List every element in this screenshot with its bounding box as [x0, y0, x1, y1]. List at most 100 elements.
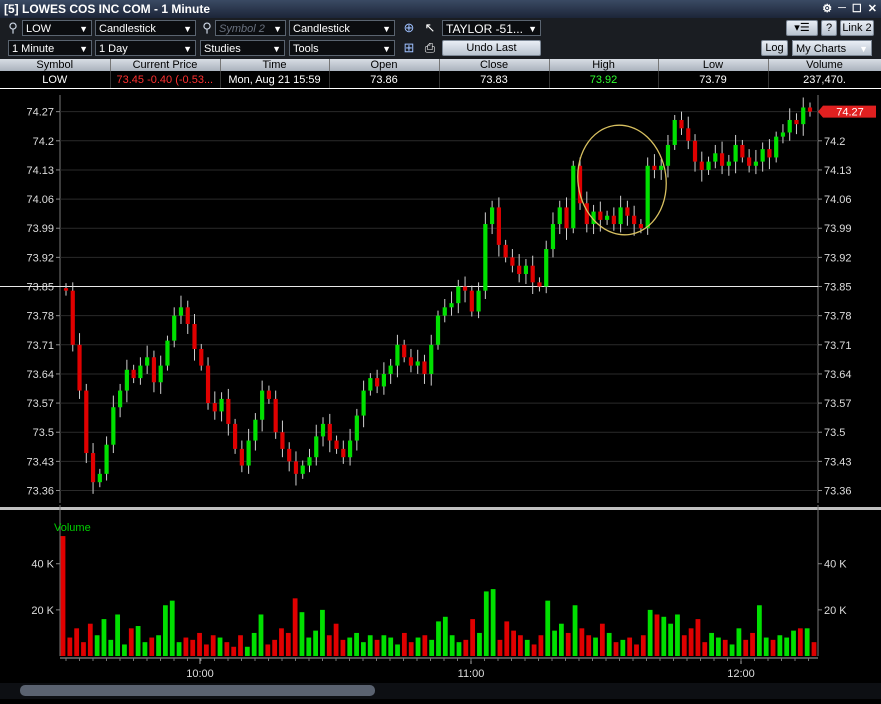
studies-select[interactable]: Studies [200, 40, 285, 57]
candle [354, 408, 359, 451]
volume-bar [722, 639, 728, 656]
zoom-icon[interactable]: ⊕ [401, 20, 417, 36]
window-titlebar: [5] LOWES COS INC COM - 1 Minute ⚙ ─ ☐ ✕ [0, 0, 881, 18]
chart-area[interactable]: 74.27 74.27 74.2 74.2 74.13 74.13 74.06 74.06 73… [0, 89, 881, 699]
scrollbar-thumb[interactable] [20, 685, 375, 696]
volume-title: Volume [54, 522, 91, 534]
candle-body [665, 144, 671, 166]
candle [131, 364, 136, 384]
cursor-icon[interactable]: ↖ [422, 20, 438, 36]
candle-body [334, 440, 339, 449]
candle [280, 420, 285, 458]
quote-header[interactable]: Time [220, 59, 330, 71]
link-button[interactable]: Link 2 [840, 20, 874, 36]
quote-header[interactable]: Symbol [0, 59, 111, 71]
volume-bar [586, 635, 592, 656]
account-select[interactable]: TAYLOR -51... [442, 20, 541, 37]
volume-bar [128, 628, 134, 656]
candle [287, 442, 292, 472]
candle [719, 141, 725, 175]
volume-bar [599, 623, 605, 656]
quote-header[interactable]: High [549, 59, 659, 71]
volume-bar [224, 642, 230, 656]
volume-bar [661, 616, 667, 656]
interval-select[interactable]: 1 Minute [8, 40, 92, 57]
volume-bar [490, 589, 496, 656]
symbol-input[interactable]: LOW [22, 20, 92, 37]
candle-body [442, 307, 447, 316]
log-button[interactable]: Log [761, 40, 788, 56]
settings-icon[interactable]: ⚙ [822, 2, 832, 15]
candle-body [699, 161, 704, 170]
volume-bar [101, 619, 107, 656]
price-tick-label: 74.27 [26, 107, 54, 119]
volume-bar [804, 628, 810, 656]
candle-body [618, 207, 623, 225]
volume-bar [763, 637, 769, 656]
search-icon[interactable]: ⚲ [199, 20, 215, 36]
candle [77, 333, 82, 399]
candle [341, 440, 346, 464]
minimize-icon[interactable]: ─ [838, 2, 846, 15]
volume-bar [750, 632, 755, 656]
quote-symbol: LOW [0, 71, 111, 88]
volume-bar [565, 632, 571, 656]
undo-last-button[interactable]: Undo Last [442, 40, 541, 56]
volume-bar [60, 536, 66, 656]
quote-header[interactable]: Volume [768, 59, 881, 71]
candle-body [320, 423, 326, 437]
candle [544, 240, 549, 294]
candle [476, 282, 481, 319]
chart-toolbar-top: ⚲ LOW Candlestick ⚲ Symbol 2 Candlestick… [0, 18, 881, 39]
candle-body [652, 165, 657, 170]
volume-tick-label: 40 K [31, 559, 54, 571]
candle-body [111, 407, 116, 445]
volume-bar [244, 646, 250, 656]
candle-body [118, 390, 123, 408]
candle-body [767, 149, 772, 158]
price-tick-label-right: 73.99 [824, 223, 852, 235]
print-icon[interactable]: ⎙ [422, 40, 438, 56]
close-icon[interactable]: ✕ [868, 2, 877, 15]
candle-body [503, 244, 508, 258]
price-tick-label-right: 73.92 [824, 252, 852, 264]
candle [219, 392, 224, 422]
symbol2-input[interactable]: Symbol 2 [215, 20, 286, 37]
price-volume-chart[interactable]: 74.27 74.27 74.2 74.2 74.13 74.13 74.06 74.06 73… [0, 89, 881, 699]
tools-select[interactable]: Tools [289, 40, 395, 57]
candle [232, 418, 238, 454]
range-select[interactable]: 1 Day [95, 40, 196, 57]
volume-bar [627, 637, 633, 656]
quote-header[interactable]: Open [329, 59, 440, 71]
price-tick-label-right: 73.57 [824, 398, 852, 410]
candle [185, 300, 190, 334]
candle [456, 279, 461, 314]
volume-bar [374, 639, 380, 656]
price-tick-label-right: 73.78 [824, 311, 852, 323]
chart-type-select[interactable]: Candlestick [95, 20, 196, 37]
help-button[interactable]: ? [821, 20, 837, 36]
quote-header[interactable]: Close [439, 59, 550, 71]
volume-bar [593, 637, 598, 656]
search-icon[interactable]: ⚲ [5, 20, 21, 36]
price-tick-label: 73.36 [26, 486, 54, 498]
my-charts-select[interactable]: My Charts [792, 40, 872, 57]
maximize-icon[interactable]: ☐ [852, 2, 862, 15]
candle [368, 373, 373, 396]
volume-bar [115, 614, 121, 656]
menu-button[interactable]: ▾☰ [786, 20, 818, 36]
candle-body [381, 373, 386, 387]
layout-icon[interactable]: ⊞ [401, 40, 417, 56]
volume-bar [347, 637, 353, 656]
volume-bar [176, 642, 182, 656]
candle [104, 436, 109, 481]
candle-body [517, 265, 522, 275]
volume-bar [94, 635, 100, 656]
candle-body [706, 161, 711, 170]
candle [260, 380, 265, 432]
candle [97, 468, 102, 488]
quote-header[interactable]: Low [658, 59, 769, 71]
candle-body [598, 211, 603, 220]
chart-type2-select[interactable]: Candlestick [289, 20, 395, 37]
quote-header[interactable]: Current Price [110, 59, 221, 71]
